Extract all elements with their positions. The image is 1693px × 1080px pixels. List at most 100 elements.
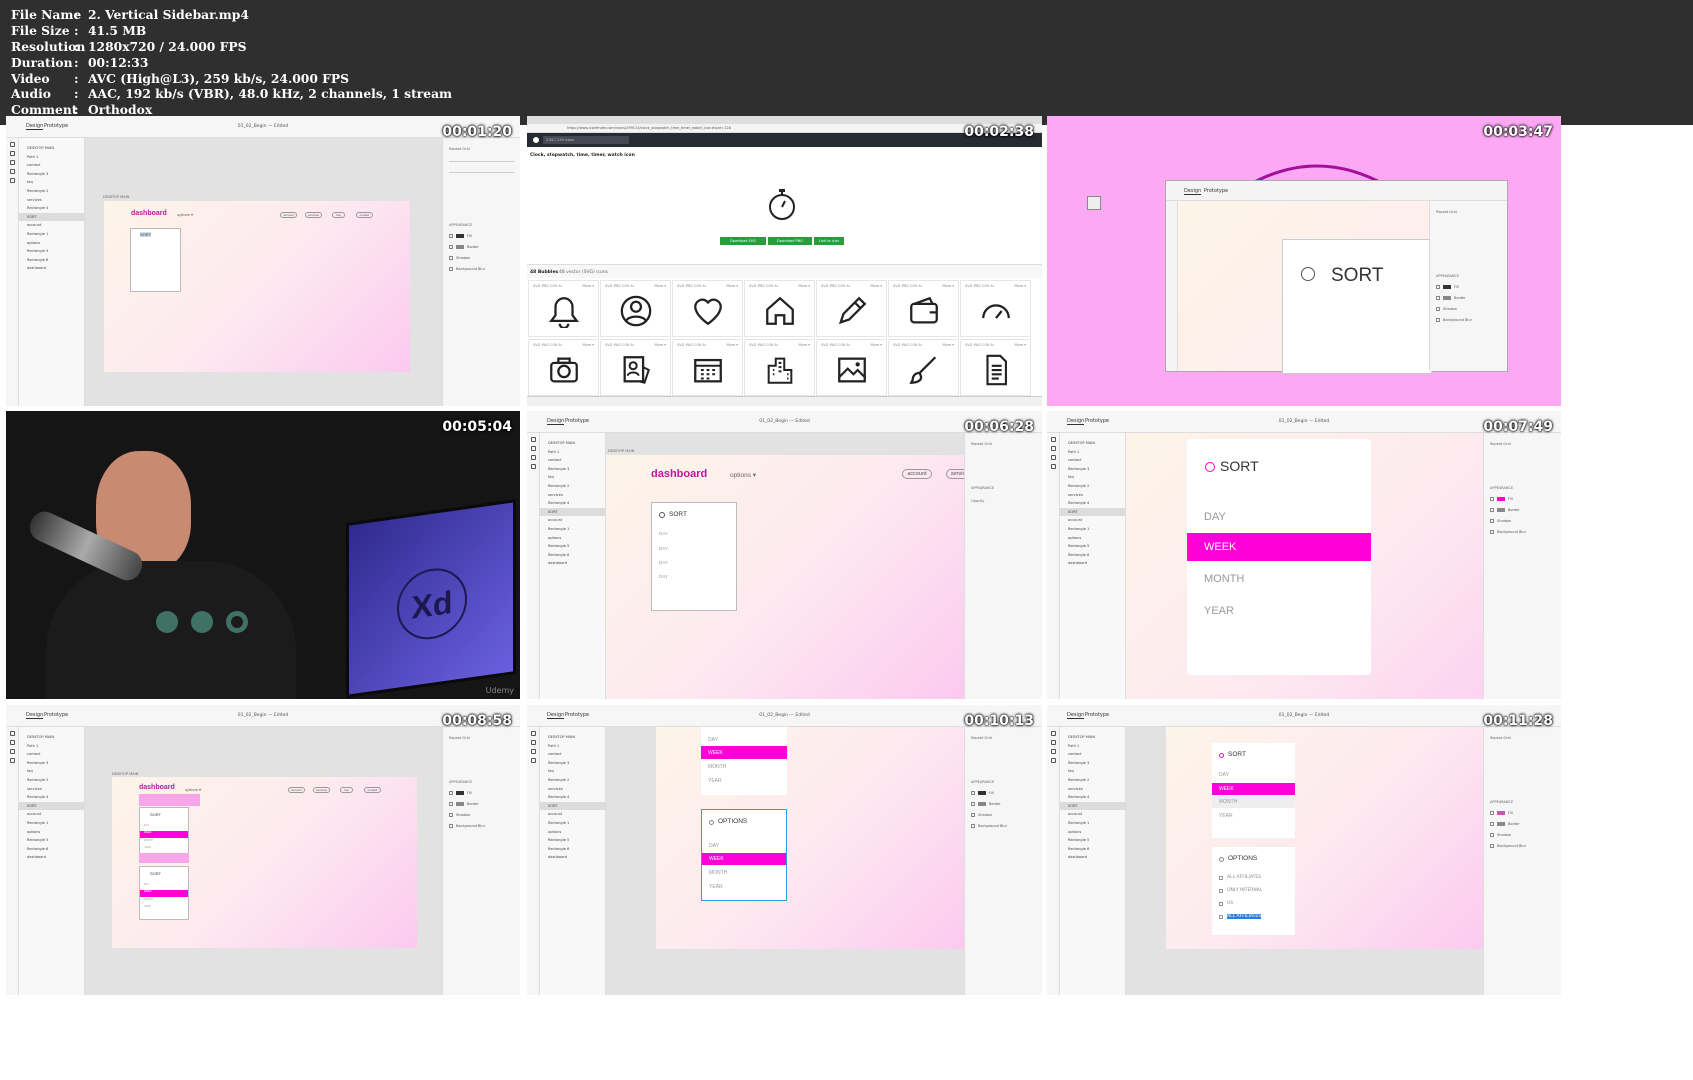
icon-cell[interactable]: SVG PNG CSH AI More ▾ [600, 339, 671, 396]
layer-item[interactable]: Rectangle 3 [1060, 759, 1125, 768]
layer-item[interactable]: options [540, 534, 605, 543]
layer-item[interactable]: services [1060, 491, 1125, 500]
download-svg-button[interactable]: Download SVG [720, 237, 766, 245]
layer-item[interactable]: account [540, 810, 605, 819]
layer-item[interactable]: Rectangle 5 [540, 542, 605, 551]
layer-item[interactable]: dashboard [19, 853, 84, 862]
layer-item[interactable]: Rectangle 5 [19, 836, 84, 845]
layer-item[interactable]: options [1060, 534, 1125, 543]
icon-more[interactable]: More ▾ [726, 343, 738, 347]
layer-item[interactable]: Path 1 [19, 153, 84, 162]
canvas[interactable]: DESKTOP MAIN dashboard options ▾ account… [606, 433, 976, 699]
canvas[interactable]: SORT DAY WEEK MONTH YEAR OPTIONS ALL AFF… [1126, 727, 1485, 995]
icon-more[interactable]: More ▾ [654, 343, 666, 347]
layer-item[interactable]: faq [1060, 473, 1125, 482]
layer-item[interactable]: account [540, 516, 605, 525]
checkbox[interactable] [1219, 901, 1223, 906]
layer-item[interactable]: dashboard [1060, 559, 1125, 568]
icon-formats[interactable]: SVG PNG CSH AI [677, 284, 706, 288]
icon-formats[interactable]: SVG PNG CSH AI [749, 284, 778, 288]
thumbnail-1[interactable]: Design Prototype 01_02_Begin — Edited DESK… [6, 116, 520, 406]
icon-more[interactable]: More ▾ [726, 284, 738, 288]
icon-formats[interactable]: SVG PNG CSH AI [893, 284, 922, 288]
layer-item[interactable]: DESKTOP MAIN [19, 733, 84, 742]
thumbnail-9[interactable]: Design Prototype 01_02_Begin — Edited DESK… [1047, 705, 1561, 995]
layer-item[interactable]: contact [19, 161, 84, 170]
checkbox[interactable] [1219, 875, 1223, 880]
canvas[interactable]: DESKTOP MAIN dashboard options ▾ account… [85, 727, 442, 995]
thumbnail-2[interactable]: https://www.iconfinder.com/icons/299113/… [527, 116, 1042, 406]
checkbox[interactable] [1219, 888, 1223, 893]
layer-item[interactable]: dashboard [1060, 853, 1125, 862]
layer-item[interactable]: Rectangle 3 [540, 465, 605, 474]
layer-item[interactable]: account [19, 221, 84, 230]
layer-item[interactable]: faq [540, 473, 605, 482]
icon-more[interactable]: More ▾ [1014, 343, 1026, 347]
layer-item[interactable]: Rectangle 2 [1060, 482, 1125, 491]
layer-item[interactable]: DESKTOP MAIN [540, 439, 605, 448]
thumbnail-4[interactable]: Xd Udemy 00:05:04 [6, 411, 520, 699]
layer-item[interactable]: contact [19, 750, 84, 759]
icon-more[interactable]: More ▾ [870, 284, 882, 288]
search-input[interactable]: 2,817,129 icons [543, 136, 629, 144]
icon-cell[interactable]: SVG PNG CSH AI More ▾ [528, 280, 599, 337]
layer-item[interactable]: services [19, 785, 84, 794]
layer-item[interactable]: Rectangle 4 [1060, 793, 1125, 802]
layer-item[interactable]: Rectangle 4 [19, 793, 84, 802]
layer-item[interactable]: DESKTOP MAIN [1060, 439, 1125, 448]
layer-item[interactable]: faq [19, 767, 84, 776]
layer-item[interactable]: Rectangle 4 [540, 793, 605, 802]
layer-item[interactable]: Rectangle 5 [540, 836, 605, 845]
layer-item[interactable]: SORT [1060, 801, 1125, 811]
icon-formats[interactable]: SVG PNG CSH AI [965, 284, 994, 288]
layer-item[interactable]: dashboard [19, 264, 84, 273]
layer-item[interactable]: Rectangle 1 [540, 819, 605, 828]
layer-item[interactable]: account [1060, 810, 1125, 819]
icon-formats[interactable]: SVG PNG CSH AI [533, 343, 562, 347]
layer-item[interactable]: SORT [19, 801, 84, 811]
layer-item[interactable]: options [1060, 828, 1125, 837]
icon-cell[interactable]: SVG PNG CSH AI More ▾ [888, 339, 959, 396]
layer-item[interactable]: Path 1 [1060, 448, 1125, 457]
link-button[interactable]: Link to icon [814, 237, 844, 245]
canvas[interactable]: DAY WEEK MONTH YEAR OPTIONS DAY WEEK MON… [606, 727, 965, 995]
thumbnail-3[interactable]: Design Prototype SORT Repeat Grid APPEAR… [1047, 116, 1561, 406]
icon-formats[interactable]: SVG PNG CSH AI [893, 343, 922, 347]
layer-item[interactable]: dashboard [540, 853, 605, 862]
layer-item[interactable]: options [19, 828, 84, 837]
layer-item[interactable]: Rectangle 1 [19, 230, 84, 239]
icon-formats[interactable]: SVG PNG CSH AI [677, 343, 706, 347]
layer-item[interactable]: contact [1060, 750, 1125, 759]
icon-formats[interactable]: SVG PNG CSH AI [749, 343, 778, 347]
layer-item[interactable]: Rectangle 3 [19, 170, 84, 179]
layer-item[interactable]: options [540, 828, 605, 837]
layer-item[interactable]: Path 1 [1060, 742, 1125, 751]
layer-item[interactable]: Rectangle 6 [19, 845, 84, 854]
icon-formats[interactable]: SVG PNG CSH AI [821, 284, 850, 288]
layer-item[interactable]: faq [19, 178, 84, 187]
icon-cell[interactable]: SVG PNG CSH AI More ▾ [960, 339, 1031, 396]
layer-item[interactable]: Rectangle 3 [1060, 465, 1125, 474]
icon-cell[interactable]: SVG PNG CSH AI More ▾ [528, 339, 599, 396]
thumbnail-8[interactable]: Design Prototype 01_02_Begin — Edited DESK… [527, 705, 1042, 995]
layer-item[interactable]: Rectangle 1 [1060, 525, 1125, 534]
icon-cell[interactable]: SVG PNG CSH AI More ▾ [672, 339, 743, 396]
icon-cell[interactable]: SVG PNG CSH AI More ▾ [744, 339, 815, 396]
icon-formats[interactable]: SVG PNG CSH AI [605, 343, 634, 347]
layer-item[interactable]: contact [540, 750, 605, 759]
icon-formats[interactable]: SVG PNG CSH AI [821, 343, 850, 347]
layer-item[interactable]: SORT [19, 212, 84, 222]
icon-cell[interactable]: SVG PNG CSH AI More ▾ [816, 280, 887, 337]
icon-more[interactable]: More ▾ [798, 343, 810, 347]
layer-item[interactable]: Rectangle 5 [1060, 836, 1125, 845]
layer-item[interactable]: services [1060, 785, 1125, 794]
layer-item[interactable]: contact [540, 456, 605, 465]
layer-item[interactable]: Rectangle 5 [19, 247, 84, 256]
layer-item[interactable]: Rectangle 1 [19, 819, 84, 828]
layer-item[interactable]: Path 1 [19, 742, 84, 751]
icon-cell[interactable]: SVG PNG CSH AI More ▾ [744, 280, 815, 337]
layer-item[interactable]: Rectangle 2 [540, 482, 605, 491]
layer-item[interactable]: Rectangle 2 [1060, 776, 1125, 785]
icon-cell[interactable]: SVG PNG CSH AI More ▾ [672, 280, 743, 337]
canvas[interactable]: SORT [1178, 201, 1432, 374]
